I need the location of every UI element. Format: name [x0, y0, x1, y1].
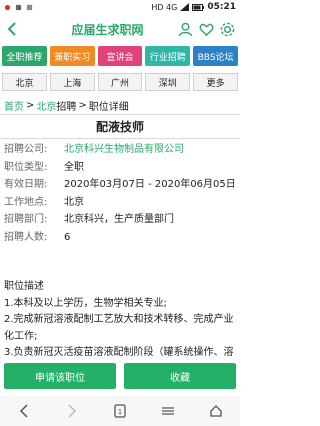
field-label: 有效日期:	[4, 179, 48, 190]
battery-icon	[192, 3, 205, 11]
city-shenzhen[interactable]: 深圳	[145, 73, 191, 91]
app-title: 应届生求职网	[71, 22, 144, 37]
tile-parttime[interactable]: 兼职实习	[49, 46, 95, 66]
field-value: 2020年03月07日 - 2020年06月05日	[64, 179, 236, 190]
settings-button[interactable]	[219, 21, 236, 38]
category-tiles: 全职推荐 兼职实习 宣讲会 行业招聘 BBS论坛	[0, 46, 240, 68]
info-row-department: 招聘部门: 北京科兴，生产质量部门	[4, 211, 240, 229]
info-row-type: 职位类型: 全职	[4, 159, 240, 177]
apply-button[interactable]: 申请该职位	[4, 363, 116, 389]
breadcrumb-city[interactable]: 北京	[36, 98, 56, 113]
weibo-icon	[4, 4, 11, 10]
network-label: HD 4G	[151, 2, 178, 12]
city-beijing[interactable]: 北京	[2, 73, 47, 91]
field-label: 工作地点:	[4, 196, 48, 208]
job-title: 配液技师	[95, 120, 144, 134]
nav-forward-button[interactable]	[59, 400, 85, 422]
favorites-button[interactable]	[198, 21, 215, 38]
app-bar: 应届生求职网	[0, 14, 240, 44]
divider	[0, 138, 240, 139]
info-row-headcount: 招聘人数: 6	[4, 229, 240, 247]
notification-icon	[26, 4, 33, 10]
company-link[interactable]: 北京科兴生物制品有限公司	[64, 141, 184, 159]
nav-tabs-button[interactable]: 1	[107, 400, 133, 422]
field-label: 招聘人数:	[4, 231, 48, 243]
field-value: 6	[64, 231, 71, 243]
breadcrumb-home[interactable]: 首页	[4, 98, 24, 113]
field-label: 职位类型:	[4, 161, 48, 173]
status-bar: HD 4G 05:21	[0, 0, 240, 14]
menu-icon	[162, 407, 174, 415]
nav-menu-button[interactable]	[155, 400, 181, 422]
tile-fulltime[interactable]: 全职推荐	[2, 46, 47, 66]
job-info: 招聘公司: 北京科兴生物制品有限公司 职位类型: 全职 有效日期: 2020年0…	[4, 141, 240, 246]
breadcrumb-suffix: 招聘	[56, 101, 77, 113]
breadcrumb-current: 职位详细	[88, 101, 129, 113]
city-selector: 北京 上海 广州 深圳 更多	[0, 73, 240, 93]
sim-icon	[15, 4, 22, 10]
heart-icon	[199, 23, 214, 36]
description-line: 2.完成新冠溶液配制工艺放大和技术转移、完成产业化工作;	[4, 314, 234, 342]
favorite-button[interactable]: 收藏	[124, 363, 236, 389]
info-row-location: 工作地点: 北京	[4, 194, 240, 212]
settings-icon	[220, 22, 235, 36]
breadcrumb-separator: >	[78, 99, 87, 111]
home-icon	[210, 405, 222, 417]
back-button[interactable]	[0, 14, 24, 44]
system-nav-bar: 1	[0, 396, 240, 426]
tabs-icon: 1	[114, 404, 126, 418]
field-label: 招聘公司:	[4, 144, 48, 155]
description-line: 1.本科及以上学历，生物学相关专业;	[4, 297, 167, 309]
tile-campus-talk[interactable]: 宣讲会	[97, 46, 143, 66]
description-heading: 职位描述	[4, 281, 44, 292]
action-bar: 申请该职位 收藏	[0, 363, 240, 389]
breadcrumb-separator: >	[26, 99, 35, 111]
nav-back-button[interactable]	[11, 400, 37, 422]
city-more[interactable]: 更多	[193, 73, 238, 91]
city-guangzhou[interactable]: 广州	[97, 73, 143, 91]
info-row-dates: 有效日期: 2020年03月07日 - 2020年06月05日	[4, 176, 240, 194]
field-value: 北京	[64, 196, 84, 208]
city-shanghai[interactable]: 上海	[49, 73, 95, 91]
info-row-company: 招聘公司: 北京科兴生物制品有限公司	[4, 141, 240, 159]
nav-home-button[interactable]	[203, 400, 229, 422]
user-button[interactable]	[177, 21, 194, 38]
field-label: 招聘部门:	[4, 214, 48, 225]
back-arrow-icon	[7, 22, 16, 36]
user-icon	[178, 22, 193, 36]
field-value: 北京科兴，生产质量部门	[64, 214, 174, 225]
svg-text:1: 1	[118, 408, 122, 416]
forward-icon	[68, 404, 77, 418]
signal-icon	[180, 3, 190, 11]
breadcrumb: 首页 > 北京 招聘 > 职位详细	[4, 98, 236, 113]
field-value: 全职	[64, 161, 84, 173]
back-icon	[19, 404, 28, 418]
clock: 05:21	[207, 2, 236, 12]
tile-bbs[interactable]: BBS论坛	[193, 46, 238, 66]
divider	[0, 114, 240, 115]
tile-industry[interactable]: 行业招聘	[145, 46, 191, 66]
